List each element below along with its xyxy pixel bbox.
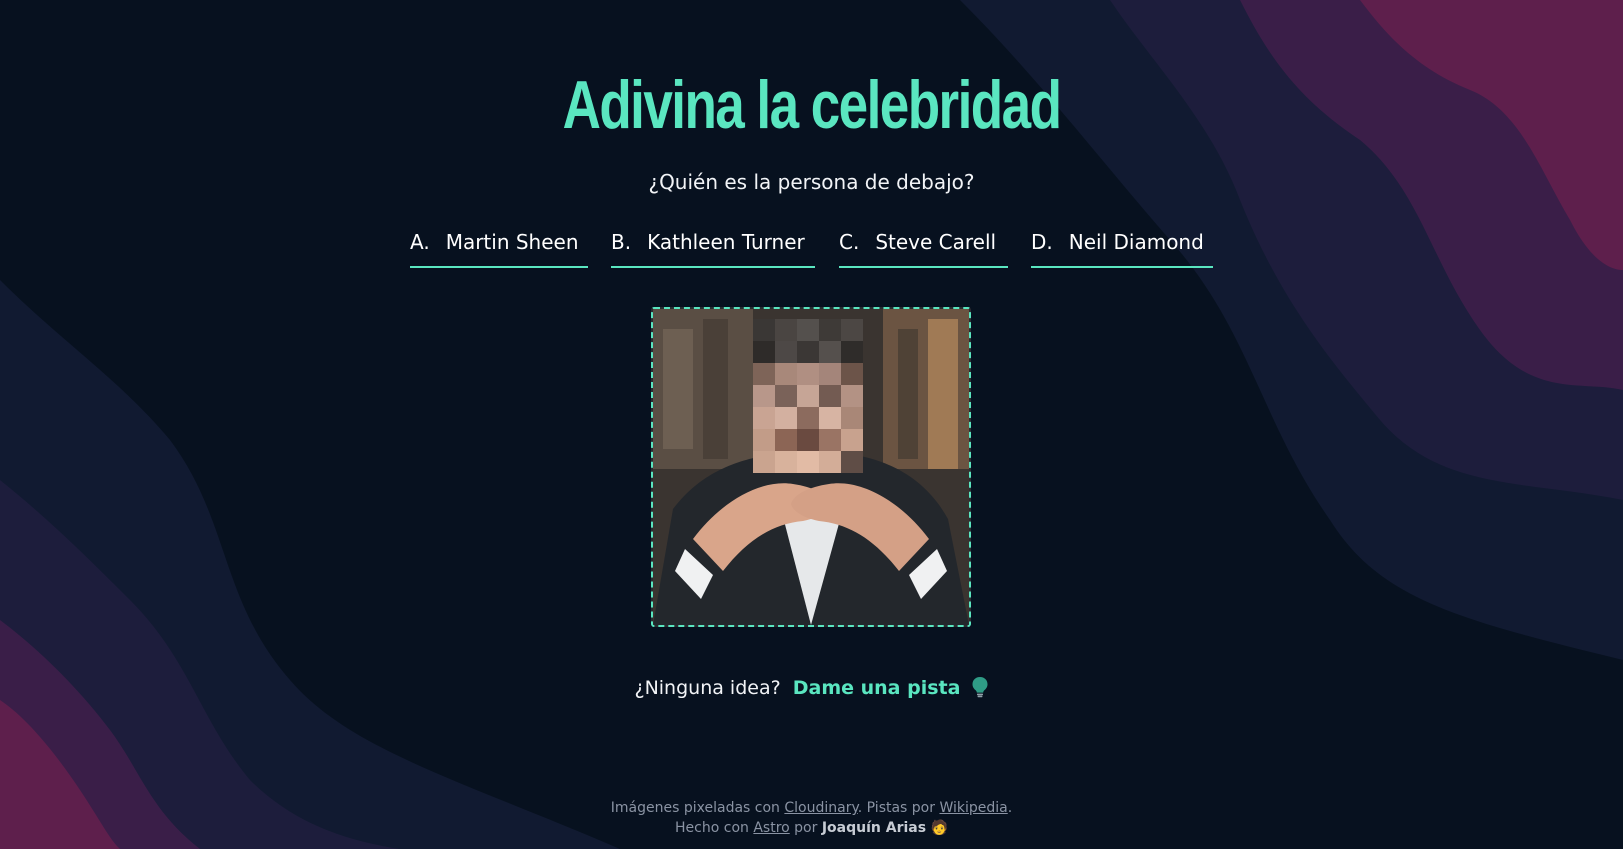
footer-line-2: Hecho con Astro por Joaquín Arias 🧑 (0, 818, 1623, 838)
pixelated-photo (653, 309, 969, 625)
option-b-button[interactable]: B. Kathleen Turner (611, 226, 815, 268)
cloudinary-link[interactable]: Cloudinary (784, 800, 857, 816)
footer-text: Hecho con (675, 820, 749, 836)
hint-prompt: ¿Ninguna idea? (634, 677, 781, 699)
lightbulb-icon[interactable] (971, 676, 989, 703)
pixelated-celebrity-image (651, 307, 971, 627)
option-label: Martin Sheen (445, 230, 579, 254)
footer-text: Imágenes pixeladas con (610, 800, 780, 816)
page-subtitle: ¿Quién es la persona de debajo? (648, 170, 975, 194)
option-label: Kathleen Turner (647, 230, 805, 254)
footer-text: por (794, 820, 818, 836)
option-label: Neil Diamond (1068, 230, 1204, 254)
author-emoji: 🧑 (930, 820, 948, 836)
option-letter: B. (611, 230, 632, 254)
wikipedia-link[interactable]: Wikipedia (939, 800, 1007, 816)
author-name: Joaquín Arias (821, 820, 927, 836)
page-title: Adivina la celebridad (562, 67, 1062, 143)
option-letter: A. (410, 230, 430, 254)
option-c-button[interactable]: C. Steve Carell (839, 226, 1008, 268)
option-letter: D. (1031, 230, 1053, 254)
footer-line-1: Imágenes pixeladas con Cloudinary. Pista… (0, 798, 1623, 818)
page-footer: Imágenes pixeladas con Cloudinary. Pista… (0, 798, 1623, 838)
hint-row: ¿Ninguna idea? Dame una pista (0, 676, 1623, 703)
hint-button[interactable]: Dame una pista (793, 677, 961, 699)
astro-link[interactable]: Astro (753, 820, 789, 836)
footer-text: . (1007, 800, 1013, 816)
option-label: Steve Carell (875, 230, 997, 254)
answer-options: A. Martin Sheen B. Kathleen Turner C. St… (410, 226, 1213, 268)
main-content: Adivina la celebridad ¿Quién es la perso… (0, 0, 1623, 849)
option-d-button[interactable]: D. Neil Diamond (1031, 226, 1213, 268)
option-letter: C. (839, 230, 860, 254)
footer-text: . Pistas por (857, 800, 936, 816)
option-a-button[interactable]: A. Martin Sheen (410, 226, 588, 268)
